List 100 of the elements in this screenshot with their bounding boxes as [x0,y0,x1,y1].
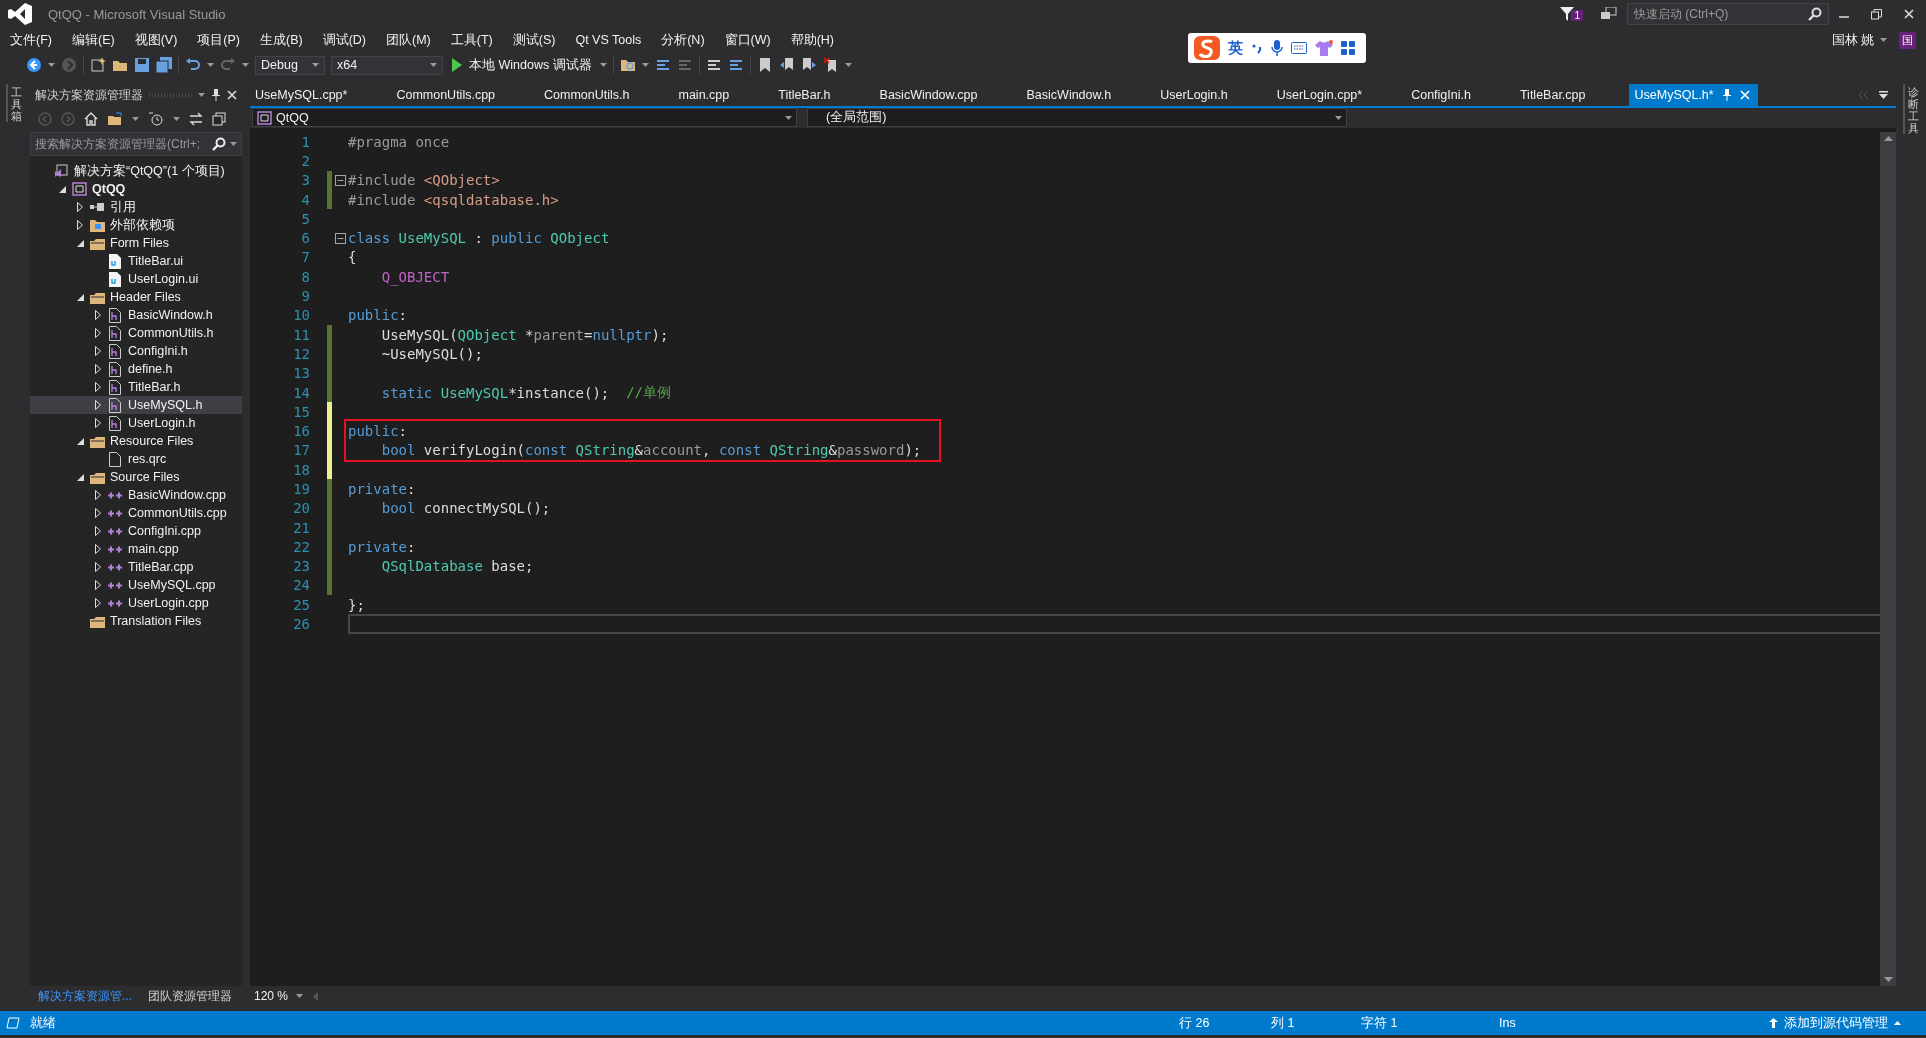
sync-view-icon[interactable] [107,112,123,126]
file-tab[interactable]: CommonUtils.h [539,84,674,106]
tree-item[interactable]: res.qrc [30,450,242,468]
close-icon[interactable] [1904,9,1914,19]
scroll-down-icon[interactable] [1883,977,1893,982]
save-all-icon[interactable] [156,57,172,73]
tree-item[interactable]: QtQQ [30,180,242,198]
caret-icon[interactable] [844,63,852,67]
clear-bookmarks-icon[interactable] [822,57,839,73]
collapsed-arrow-icon[interactable] [95,382,101,392]
expanded-arrow-icon[interactable] [76,239,84,247]
tree-item[interactable]: define.h [30,360,242,378]
platform-dropdown[interactable]: x64 [331,55,443,75]
file-tab[interactable]: main.cpp [673,84,774,106]
menu-item[interactable]: 视图(V) [124,31,188,49]
scroll-up-icon[interactable] [1883,136,1893,141]
tree-item[interactable]: Header Files [30,288,242,306]
menu-item[interactable]: 团队(M) [376,31,441,49]
refresh-icon[interactable] [189,112,203,126]
collapsed-arrow-icon[interactable] [95,310,101,320]
caret-icon[interactable] [641,63,649,67]
collapsed-arrow-icon[interactable] [77,220,83,230]
collapsed-arrow-icon[interactable] [95,544,101,554]
panel-tab[interactable]: 团队资源管理器 [140,987,240,1005]
tree-item[interactable]: ConfigIni.h [30,342,242,360]
close-icon[interactable] [227,90,237,100]
back-icon[interactable] [26,57,42,73]
pin-icon[interactable] [211,89,221,101]
tree-item[interactable]: Translation Files [30,612,242,630]
tree-item[interactable]: CommonUtils.cpp [30,504,242,522]
caret-icon[interactable] [48,63,55,67]
caret-icon[interactable] [1880,38,1887,42]
feedback-icon[interactable] [1601,7,1617,21]
find-in-files-icon[interactable] [619,57,636,73]
file-tab[interactable]: ConfigIni.h [1406,84,1515,106]
collapsed-arrow-icon[interactable] [95,526,101,536]
caret-icon[interactable] [132,117,139,121]
search-icon[interactable] [1808,7,1822,21]
tree-item[interactable]: UserLogin.ui [30,270,242,288]
search-icon[interactable] [212,137,226,151]
tree-item[interactable]: BasicWindow.cpp [30,486,242,504]
file-tab[interactable]: UseMySQL.cpp* [250,84,392,106]
input-method-logo[interactable] [1194,36,1220,60]
pin-icon[interactable] [1721,89,1732,101]
menu-item[interactable]: 测试(S) [502,31,566,49]
start-debugging-button[interactable]: 本地 Windows 调试器 [449,56,594,74]
previous-bookmark-icon[interactable] [778,57,795,73]
panel-tab[interactable]: 解决方案资源管... [30,987,140,1005]
menu-item[interactable]: 帮助(H) [780,31,845,49]
restore-icon[interactable] [1871,8,1882,20]
file-tab[interactable]: UserLogin.h [1155,84,1272,106]
tree-item[interactable]: main.cpp [30,540,242,558]
input-mode-toggle[interactable]: 英 [1228,38,1243,58]
filter-icon[interactable] [1560,7,1575,21]
output-window-icon[interactable] [6,1017,20,1029]
toolbox-tab[interactable]: 工具箱 [6,84,22,123]
quick-launch-field[interactable]: 快速启动 (Ctrl+Q) [1627,3,1829,25]
tree-item[interactable]: UseMySQL.cpp [30,576,242,594]
collapsed-arrow-icon[interactable] [95,490,101,500]
caret-icon[interactable] [785,115,792,120]
collapsed-arrow-icon[interactable] [95,580,101,590]
source-control-button[interactable]: 添加到源代码管理 [1769,1014,1901,1032]
collapsed-arrow-icon[interactable] [95,364,101,374]
caret-icon[interactable] [173,117,180,121]
apps-icon[interactable] [1341,41,1355,55]
file-tab[interactable]: TitleBar.h [773,84,875,106]
caret-icon[interactable] [599,63,607,67]
collapsed-arrow-icon[interactable] [95,400,101,410]
collapse-icon[interactable] [334,232,346,244]
expanded-arrow-icon[interactable] [76,293,84,301]
menu-item[interactable]: 文件(F) [0,31,62,49]
collapsed-arrow-icon[interactable] [95,508,101,518]
tree-item[interactable]: BasicWindow.h [30,306,242,324]
search-field[interactable]: 搜索解决方案资源管理器(Ctrl+; [30,132,242,156]
collapsed-arrow-icon[interactable] [95,328,101,338]
menu-item[interactable]: 生成(B) [250,31,313,49]
tab-list-icon[interactable] [1879,91,1888,99]
project-dropdown[interactable]: QtQQ [252,108,797,127]
play-icon[interactable] [451,58,463,72]
outdent-icon[interactable] [676,57,693,73]
menu-item[interactable]: Qt VS Tools [565,33,652,47]
menu-item[interactable]: 分析(N) [651,31,715,49]
tree-item[interactable]: UseMySQL.h [30,396,242,414]
configuration-dropdown[interactable]: Debug [255,55,325,75]
tree-item[interactable]: Resource Files [30,432,242,450]
file-tab[interactable]: UseMySQL.h* [1629,84,1758,106]
scope-dropdown[interactable]: (全局范围) [807,108,1347,127]
tree-item[interactable]: 引用 [30,198,242,216]
collapsed-arrow-icon[interactable] [95,562,101,572]
file-tab[interactable]: BasicWindow.cpp [874,84,1022,106]
tree-item[interactable]: 外部依赖项 [30,216,242,234]
shirt-icon[interactable] [1315,40,1333,56]
menu-item[interactable]: 调试(D) [312,31,376,49]
user-name[interactable]: 国林 姚 [1831,31,1874,49]
comment-icon[interactable] [705,57,722,73]
next-bookmark-icon[interactable] [800,57,817,73]
user-avatar[interactable]: 国 [1899,31,1916,49]
expanded-arrow-icon[interactable] [76,437,84,445]
menu-item[interactable]: 工具(T) [440,31,503,49]
tree-item[interactable]: UserLogin.h [30,414,242,432]
